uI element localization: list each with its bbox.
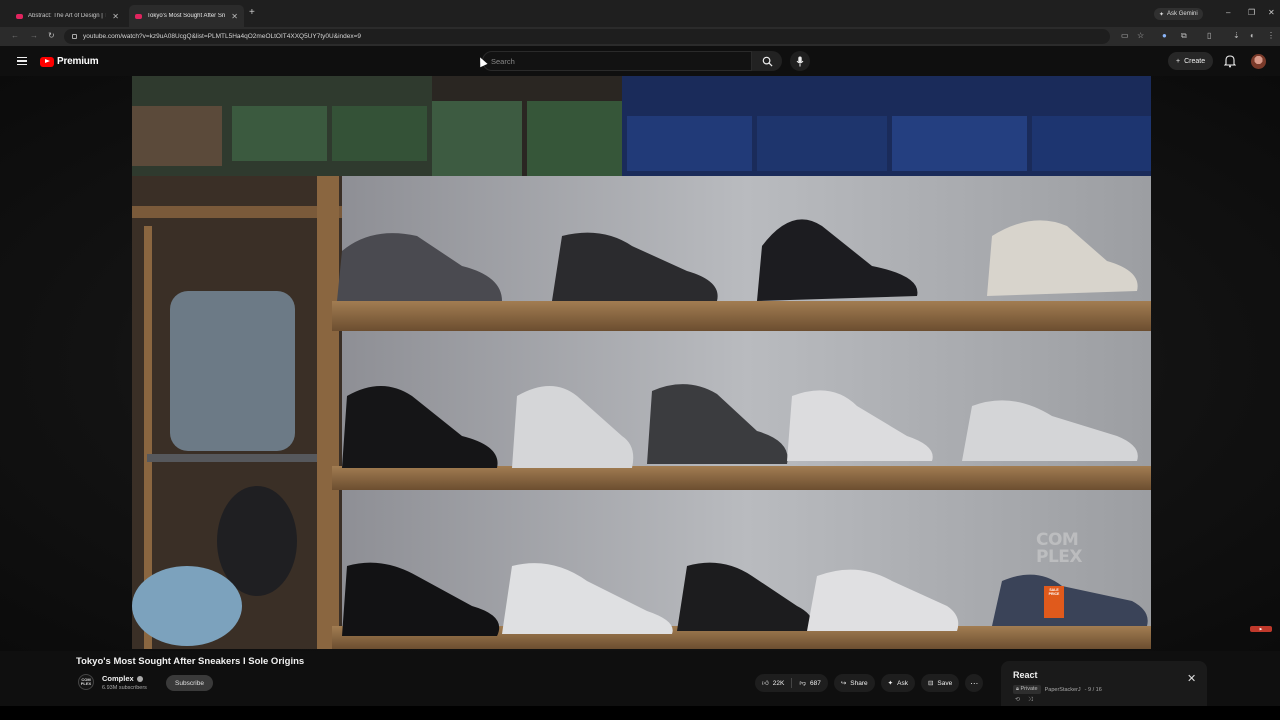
subscriber-count: 6.93M subscribers (102, 685, 147, 691)
plus-icon: + (1176, 57, 1181, 65)
verified-badge-icon (136, 675, 143, 682)
loop-icon[interactable]: ⟲ (1015, 697, 1020, 703)
youtube-play-icon (40, 56, 54, 67)
tab-abstract[interactable]: Abstract: The Art of Design | Tr ✕ (10, 5, 125, 27)
like-count: 22K (772, 679, 785, 687)
ask-label: Ask (897, 679, 908, 687)
create-button[interactable]: + Create (1168, 52, 1214, 70)
forward-icon[interactable]: → (30, 31, 38, 40)
cast-icon[interactable]: ▭ (1121, 31, 1129, 40)
share-icon: ↪ (840, 680, 847, 687)
ask-gemini-label: Ask Gemini (1167, 11, 1198, 17)
save-button[interactable]: ⊟ Save (920, 674, 960, 692)
maximize-icon[interactable]: ❐ (1248, 8, 1255, 17)
more-actions-icon[interactable]: ⋯ (965, 674, 984, 692)
private-badge: 🔒︎ Private (1013, 685, 1041, 694)
tab-title: Abstract: The Art of Design | Tr (28, 13, 107, 19)
voice-search-button[interactable] (790, 51, 810, 71)
thumbs-up-icon: 👍︎ (762, 680, 769, 687)
extensions-puzzle-icon[interactable]: ⧉ (1181, 31, 1187, 41)
tab-tokyo-sneakers[interactable]: Tokyo's Most Sought After Sne ✕ (129, 5, 244, 27)
create-label: Create (1184, 57, 1206, 65)
channel-name-link[interactable]: Complex (102, 674, 143, 683)
channel-avatar[interactable]: COM PLEX (78, 674, 94, 690)
complex-watermark: COM PLEX (1036, 532, 1083, 567)
tab-strip: Abstract: The Art of Design | Tr ✕ Tokyo… (0, 0, 1280, 27)
channel-name: Complex (102, 674, 134, 683)
youtube-header: Premium Search + Create (0, 46, 1280, 76)
playlist-controls: ⟲ ⤨ (1015, 696, 1033, 704)
side-panel-icon[interactable]: ▯ (1207, 31, 1211, 40)
youtube-favicon-icon (16, 13, 23, 19)
tab-title: Tokyo's Most Sought After Sne (147, 13, 226, 19)
dislike-count: 687 (809, 679, 821, 687)
tab-close-icon[interactable]: ✕ (231, 12, 238, 21)
subscribe-button[interactable]: Subscribe (166, 675, 213, 691)
thumbs-down-icon: 👎︎ (799, 680, 806, 687)
playlist-title[interactable]: React (1013, 670, 1038, 680)
dislike-button[interactable]: 👎︎ 687 (792, 674, 827, 692)
playlist-owner[interactable]: PaperStackerJ (1045, 687, 1081, 693)
video-player[interactable]: SALE PRICE (132, 76, 1151, 649)
address-bar[interactable]: youtube.com/watch?v=kz9uA08UcgQ&list=PLM… (64, 29, 1110, 44)
reload-icon[interactable]: ↻ (48, 31, 55, 40)
search-icon (762, 56, 773, 67)
bookmark-icon: ⊟ (927, 680, 934, 687)
watermark-line-2: PLEX (1036, 547, 1083, 567)
playlist-meta: 🔒︎ Private PaperStackerJ - 9 / 16 (1013, 685, 1102, 694)
minimize-icon[interactable]: – (1226, 8, 1230, 17)
ask-gemini-button[interactable]: ✦ Ask Gemini (1154, 8, 1203, 20)
tab-close-icon[interactable]: ✕ (112, 12, 119, 21)
search-button[interactable] (752, 51, 782, 71)
premium-label: Premium (57, 56, 99, 67)
sparkle-icon: ✦ (887, 680, 894, 687)
share-button[interactable]: ↪ Share (833, 674, 875, 692)
back-icon[interactable]: ← (11, 31, 19, 40)
account-avatar[interactable] (1251, 54, 1266, 69)
search-input[interactable]: Search (482, 51, 752, 71)
extension-icon[interactable]: ● (1162, 31, 1167, 40)
video-actions: 👍︎ 22K 👎︎ 687 ↪ Share ✦ Ask ⊟ Save ⋯ (755, 674, 984, 692)
downloads-icon[interactable]: ⇣ (1233, 31, 1240, 40)
microphone-icon (796, 56, 804, 66)
bookmark-star-icon[interactable]: ☆ (1137, 31, 1144, 40)
browser-window: Abstract: The Art of Design | Tr ✕ Tokyo… (0, 0, 1280, 720)
shuffle-icon[interactable]: ⤨ (1028, 697, 1033, 703)
share-label: Share (850, 679, 868, 687)
ask-button[interactable]: ✦ Ask (880, 674, 915, 692)
notifications-bell-icon[interactable] (1224, 54, 1236, 68)
site-info-icon[interactable] (72, 34, 77, 39)
youtube-watermark-icon: ▶ (1250, 626, 1272, 632)
playlist-close-icon[interactable]: ✕ (1187, 672, 1196, 685)
youtube-favicon-icon (135, 13, 142, 19)
window-close-icon[interactable]: ✕ (1268, 8, 1275, 17)
new-tab-icon[interactable]: + (249, 7, 255, 18)
browser-toolbar: ← → ↻ youtube.com/watch?v=kz9uA08UcgQ&li… (0, 27, 1280, 46)
like-dislike-group: 👍︎ 22K 👎︎ 687 (755, 674, 828, 692)
browser-menu-icon[interactable]: ⋮ (1267, 31, 1275, 40)
gemini-icon: ✦ (1159, 11, 1165, 18)
sale-tag-text: SALE PRICE (1048, 588, 1060, 596)
hamburger-menu-icon[interactable] (17, 57, 27, 65)
video-frame (132, 76, 1151, 649)
playlist-panel: React 🔒︎ Private PaperStackerJ - 9 / 16 … (1001, 661, 1207, 706)
video-title: Tokyo's Most Sought After Sneakers I Sol… (76, 656, 305, 667)
search-placeholder: Search (491, 56, 515, 66)
playlist-position: - 9 / 16 (1084, 686, 1102, 693)
like-button[interactable]: 👍︎ 22K (755, 674, 791, 692)
youtube-premium-logo[interactable]: Premium (40, 56, 99, 67)
url-text: youtube.com/watch?v=kz9uA08UcgQ&list=PLM… (83, 33, 362, 40)
privacy-label: Private (1020, 686, 1038, 692)
bottom-edge (0, 706, 1280, 720)
save-label: Save (937, 679, 953, 687)
profile-icon[interactable]: ◐ (1250, 31, 1255, 40)
